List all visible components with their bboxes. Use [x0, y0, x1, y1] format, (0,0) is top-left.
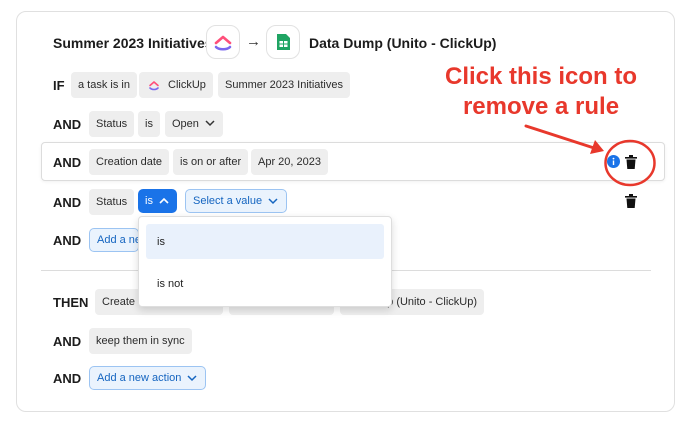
if-app-chip[interactable]: ClickUp [139, 72, 213, 98]
and-keyword-6: AND [53, 371, 82, 386]
target-workflow-title: Data Dump (Unito - ClickUp) [309, 35, 497, 51]
annotation-line-1: Click this icon to [444, 63, 638, 90]
clickup-small-icon [149, 81, 159, 91]
operator-dropdown-menu: is is not [138, 216, 392, 307]
trash-icon[interactable] [625, 194, 637, 208]
and-keyword-4: AND [53, 233, 82, 248]
rule3-operator-select-open[interactable]: is [138, 189, 177, 213]
rule2-value-chip[interactable]: Apr 20, 2023 [251, 149, 328, 175]
rule3-field-chip[interactable]: Status [89, 189, 135, 215]
arrow-icon: → [246, 33, 261, 50]
if-list-chip[interactable]: Summer 2023 Initiatives [218, 72, 350, 98]
dropdown-option-is-not[interactable]: is not [146, 267, 384, 301]
if-subject-chip[interactable]: a task is in [71, 72, 137, 98]
add-action-button[interactable]: Add a new action [89, 366, 207, 390]
chevron-down-icon [268, 198, 278, 205]
dropdown-option-is[interactable]: is [146, 224, 384, 259]
and-keyword-2: AND [53, 155, 82, 170]
dropdown-option-label: is [157, 236, 165, 248]
rule2-operator-chip[interactable]: is on or after [173, 149, 249, 175]
annotation-text: Click this icon to remove a rule [432, 62, 650, 122]
highlight-circle-annotation [604, 139, 656, 187]
dropdown-option-label: is not [157, 278, 184, 290]
rule3-value-select[interactable]: Select a value [185, 189, 288, 213]
google-sheets-icon [266, 25, 300, 59]
and-keyword-3: AND [53, 195, 82, 210]
clickup-logo-icon [206, 25, 240, 59]
and-keyword-5: AND [53, 334, 82, 349]
rule1-operator-chip[interactable]: is [138, 111, 160, 137]
add-action-label: Add a new action [97, 372, 182, 384]
chevron-up-icon [159, 197, 169, 204]
chevron-down-icon [187, 375, 197, 382]
rule1-value-chip[interactable]: Open [165, 111, 223, 137]
add-rule-button[interactable]: Add a new [89, 228, 139, 252]
then-keyword: THEN [53, 295, 89, 310]
sync-chip[interactable]: keep them in sync [89, 328, 192, 354]
rule2-field-chip[interactable]: Creation date [89, 149, 170, 175]
rule3-value-placeholder: Select a value [193, 195, 263, 207]
and-keyword-1: AND [53, 117, 82, 132]
rule1-field-chip[interactable]: Status [89, 111, 135, 137]
rule1-value-label: Open [172, 118, 199, 130]
rule3-operator-label: is [145, 195, 153, 207]
chevron-down-icon [205, 120, 215, 127]
if-keyword: IF [53, 78, 65, 93]
source-workflow-title: Summer 2023 Initiatives [53, 35, 213, 51]
if-app-label: ClickUp [168, 79, 206, 91]
annotation-arrow-icon [524, 124, 604, 154]
